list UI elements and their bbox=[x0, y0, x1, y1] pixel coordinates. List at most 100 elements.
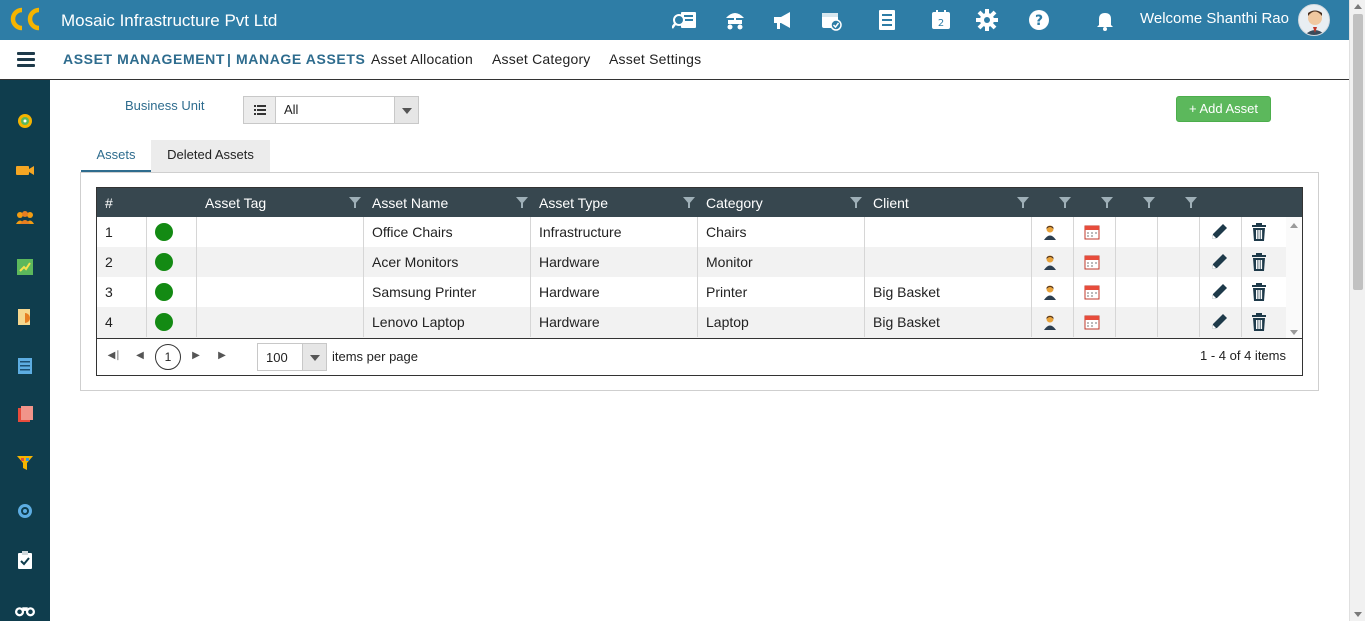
filter-icon[interactable] bbox=[1017, 197, 1029, 208]
svg-text:?: ? bbox=[1035, 13, 1043, 29]
business-unit-label: Business Unit bbox=[125, 98, 205, 113]
prev-page-icon[interactable]: ◀ bbox=[133, 349, 147, 363]
asset-category: Monitor bbox=[698, 247, 865, 277]
chevron-down-icon[interactable] bbox=[302, 344, 326, 370]
pencil-icon[interactable] bbox=[1209, 222, 1229, 242]
asset-client bbox=[865, 217, 1032, 247]
books-icon[interactable] bbox=[15, 404, 35, 424]
pencil-icon[interactable] bbox=[1209, 312, 1229, 332]
user-icon[interactable] bbox=[1042, 254, 1058, 270]
column-header-asset-name[interactable]: Asset Name bbox=[364, 188, 531, 217]
user-icon[interactable] bbox=[1042, 284, 1058, 300]
tasks-icon[interactable] bbox=[15, 257, 35, 277]
empty-cell bbox=[1158, 247, 1200, 277]
business-unit-select[interactable]: All bbox=[243, 96, 419, 124]
calendar-icon[interactable] bbox=[1084, 284, 1100, 300]
asset-name: Acer Monitors bbox=[364, 247, 531, 277]
menu-icon[interactable] bbox=[17, 52, 35, 68]
document-icon[interactable] bbox=[15, 307, 35, 327]
add-asset-button[interactable]: + Add Asset bbox=[1176, 96, 1271, 122]
column-header-number[interactable]: # bbox=[97, 188, 147, 217]
column-header-asset-tag[interactable]: Asset Tag bbox=[197, 188, 364, 217]
delete-cell bbox=[1242, 307, 1284, 337]
nav-manage-assets[interactable]: | MANAGE ASSETS bbox=[227, 51, 365, 67]
scroll-thumb[interactable] bbox=[1353, 14, 1363, 290]
nav-asset-category[interactable]: Asset Category bbox=[492, 51, 591, 67]
table-row[interactable]: 4 Lenovo Laptop Hardware Laptop Big Bask… bbox=[97, 307, 1286, 338]
scroll-up-arrow[interactable] bbox=[1290, 223, 1298, 228]
scroll-down-arrow[interactable] bbox=[1290, 330, 1298, 335]
history-cell bbox=[1074, 217, 1116, 247]
help-icon[interactable]: ? bbox=[1026, 8, 1052, 32]
company-name: Mosaic Infrastructure Pvt Ltd bbox=[61, 11, 278, 30]
filter-icon[interactable] bbox=[1059, 197, 1071, 208]
grid-scrollbar[interactable] bbox=[1286, 217, 1302, 338]
chevron-down-icon[interactable] bbox=[394, 97, 418, 123]
filter-icon[interactable] bbox=[683, 197, 695, 208]
calendar-icon[interactable]: 2 bbox=[928, 8, 954, 32]
assets-grid: # Asset Tag Asset Name Asset Type Catego… bbox=[96, 187, 1303, 376]
company-logo[interactable] bbox=[8, 6, 44, 32]
clipboard-icon[interactable] bbox=[15, 550, 35, 570]
page-scrollbar[interactable] bbox=[1349, 0, 1365, 621]
search-users-icon[interactable] bbox=[672, 8, 698, 32]
calendar-icon[interactable] bbox=[1084, 254, 1100, 270]
calendar-check-icon[interactable] bbox=[818, 8, 844, 32]
column-header-category[interactable]: Category bbox=[698, 188, 865, 217]
grid-header: # Asset Tag Asset Name Asset Type Catego… bbox=[97, 188, 1302, 217]
column-header-asset-type[interactable]: Asset Type bbox=[531, 188, 698, 217]
user-icon[interactable] bbox=[1042, 224, 1058, 240]
tab-deleted-assets[interactable]: Deleted Assets bbox=[151, 140, 270, 172]
filter-icon[interactable] bbox=[1143, 197, 1155, 208]
checklist-icon[interactable] bbox=[874, 8, 900, 32]
filter-icon[interactable] bbox=[349, 197, 361, 208]
trash-icon[interactable] bbox=[1251, 223, 1267, 241]
team-icon[interactable] bbox=[15, 208, 35, 228]
page-size-select[interactable]: 100 bbox=[257, 343, 327, 371]
announcement-icon[interactable] bbox=[770, 8, 796, 32]
asset-type: Hardware bbox=[531, 307, 698, 337]
nav-asset-settings[interactable]: Asset Settings bbox=[609, 51, 701, 67]
dashboard-icon[interactable] bbox=[15, 111, 35, 131]
filter-icon[interactable] bbox=[1101, 197, 1113, 208]
trash-icon[interactable] bbox=[1251, 253, 1267, 271]
scroll-down-arrow[interactable] bbox=[1354, 612, 1362, 617]
notes-icon[interactable] bbox=[15, 356, 35, 376]
table-row[interactable]: 2 Acer Monitors Hardware Monitor bbox=[97, 247, 1286, 277]
target-icon[interactable] bbox=[15, 501, 35, 521]
asset-category: Printer bbox=[698, 277, 865, 307]
current-page[interactable]: 1 bbox=[155, 344, 181, 370]
filter-icon[interactable] bbox=[516, 197, 528, 208]
filter-icon[interactable] bbox=[1185, 197, 1197, 208]
calendar-icon[interactable] bbox=[1084, 224, 1100, 240]
tab-assets[interactable]: Assets bbox=[81, 140, 151, 172]
gear-icon[interactable] bbox=[974, 8, 1000, 32]
trash-icon[interactable] bbox=[1251, 283, 1267, 301]
nav-asset-management[interactable]: ASSET MANAGEMENT bbox=[63, 51, 225, 67]
video-icon[interactable] bbox=[15, 160, 35, 180]
svg-text:2: 2 bbox=[938, 18, 944, 29]
pencil-icon[interactable] bbox=[1209, 252, 1229, 272]
calendar-icon[interactable] bbox=[1084, 314, 1100, 330]
trash-icon[interactable] bbox=[1251, 313, 1267, 331]
filter-icon[interactable] bbox=[850, 197, 862, 208]
first-page-icon[interactable]: ◀∣ bbox=[107, 349, 121, 363]
binoculars-icon[interactable] bbox=[15, 600, 35, 620]
nav-asset-allocation[interactable]: Asset Allocation bbox=[371, 51, 473, 67]
delete-cell bbox=[1242, 217, 1284, 247]
last-page-icon[interactable]: ▶ bbox=[215, 349, 229, 363]
bell-icon[interactable] bbox=[1092, 8, 1118, 32]
scroll-up-arrow[interactable] bbox=[1354, 4, 1362, 9]
next-page-icon[interactable]: ▶ bbox=[189, 349, 203, 363]
table-row[interactable]: 1 Office Chairs Infrastructure Chairs bbox=[97, 217, 1286, 247]
column-header-client[interactable]: Client bbox=[865, 188, 1032, 217]
avatar[interactable] bbox=[1298, 4, 1330, 36]
asset-tag bbox=[197, 277, 364, 307]
asset-tag bbox=[197, 247, 364, 277]
table-row[interactable]: 3 Samsung Printer Hardware Printer Big B… bbox=[97, 277, 1286, 307]
pencil-icon[interactable] bbox=[1209, 282, 1229, 302]
funnel-icon[interactable] bbox=[15, 453, 35, 473]
user-icon[interactable] bbox=[1042, 314, 1058, 330]
allocate-cell bbox=[1032, 277, 1074, 307]
travel-icon[interactable] bbox=[722, 8, 748, 32]
